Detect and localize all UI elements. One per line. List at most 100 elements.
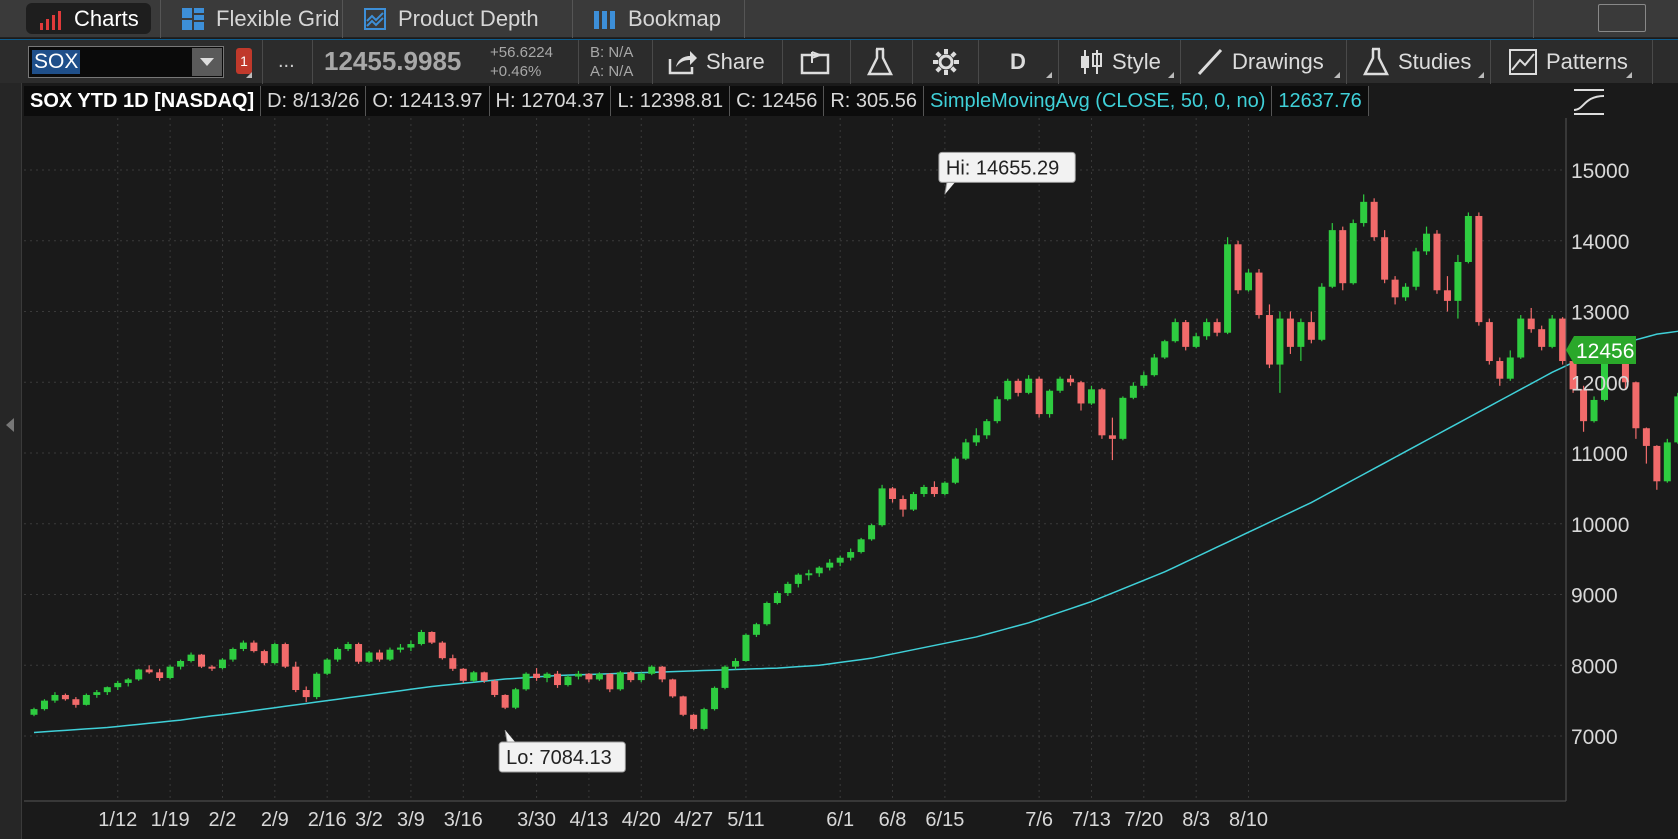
drawings-button[interactable]: Drawings [1196,44,1324,80]
candle [1653,445,1661,490]
date-tick-label: 7/13 [1072,809,1111,831]
candle-body [752,624,760,635]
candle-body [82,694,90,705]
candle [491,679,499,698]
grid-icon [180,7,206,31]
style-button[interactable]: Style [1078,44,1161,80]
symbol-link-icon[interactable]: 1 [236,48,252,74]
candle [878,484,886,527]
candle [82,693,90,706]
candle-body [983,421,991,436]
tab-charts[interactable]: Charts [26,3,151,34]
date-tick-label: 4/20 [622,809,661,831]
candle-body [1140,375,1148,386]
bid-ask: B: N/A A: N/A [590,43,633,81]
lab-button[interactable] [866,44,902,80]
price-tick-label: 13000 [1571,302,1629,325]
candle [1559,317,1567,365]
depth-icon [362,7,388,31]
patterns-button[interactable]: Patterns [1508,44,1628,80]
candle [218,658,226,670]
candle-body [72,699,80,705]
candle-body [648,666,656,674]
candle-body [951,458,959,483]
candle-body [1098,389,1106,436]
candle-body [637,673,645,681]
candle-body [742,634,750,662]
candle-body [616,672,624,690]
price-chart[interactable]: 7000 8000 9000 10000 11000 12000 13000 14000 150… [0,83,1678,839]
candle-body [836,557,844,563]
date-tick-label: 8/3 [1182,809,1210,831]
candle [313,672,321,700]
candle [271,642,279,665]
tab-label: Bookmap [628,5,721,31]
candle-body [355,644,363,662]
candle-body [40,700,48,710]
candle-body [1391,279,1399,298]
candle [742,633,750,662]
timeframe-button[interactable]: D [1010,44,1026,80]
candle [323,658,331,676]
candle [1255,269,1263,319]
candle [1098,387,1106,439]
candle [1182,319,1190,351]
candle [1370,198,1378,241]
candlestick-icon [1081,50,1102,74]
candle [1349,219,1357,285]
candle-body [805,573,813,576]
candle-body [1108,435,1116,439]
candle-body [470,672,478,681]
settings-button[interactable] [932,44,968,80]
price-tick-label: 14000 [1571,231,1629,254]
candle [857,537,865,554]
candle [1161,339,1169,359]
candle-body [1286,318,1294,347]
bar-low: L: 12398.81 [611,86,731,116]
candle-body [208,666,216,669]
candle [166,665,174,680]
high-callout-label: Hi: 14655.29 [946,157,1059,179]
candle-body [522,673,530,690]
date-tick-label: 8/10 [1229,809,1268,831]
date-tick-label: 3/16 [444,809,483,831]
patterns-icon [1509,49,1537,75]
candle-body [1265,315,1273,365]
candle-body [376,652,384,660]
candle-body [1328,230,1336,287]
chevron-down-icon[interactable] [192,48,222,76]
candle-body [1360,201,1368,224]
candle [752,622,760,637]
candle-body [1443,290,1451,301]
candle-body [1538,329,1546,347]
candle-body [1087,389,1095,404]
candle-body [1642,428,1650,446]
chart-title: SOX YTD 1D [NASDAQ] [24,86,262,116]
candle [260,649,268,666]
snapshot-button[interactable] [800,44,840,80]
tab-flexible-grid[interactable]: Flexible Grid [168,3,351,34]
more-button[interactable]: ... [278,50,295,73]
study-name[interactable]: SimpleMovingAvg (CLOSE, 50, 0, no) [924,86,1273,116]
last-price-tag-label: 12456 [1576,340,1634,363]
candle-body [533,673,541,678]
candle-body [239,642,247,649]
symbol-input[interactable]: SOX [28,46,224,78]
date-tick-label: 7/6 [1025,809,1053,831]
studies-button[interactable]: Studies [1362,44,1471,80]
candle-body [711,687,719,710]
candle-body [1224,244,1232,333]
window-layout-button[interactable] [1598,4,1646,32]
study-toggle-icon[interactable] [1572,88,1606,116]
candle-body [512,689,520,708]
candle-body [61,694,69,700]
candle [438,641,446,660]
tab-product-depth[interactable]: Product Depth [350,3,551,34]
candle-body [721,666,729,688]
tab-bookmap[interactable]: Bookmap [580,3,733,34]
tab-label: Charts [74,5,139,31]
candle-body [407,644,415,648]
flask-icon [866,47,894,76]
candle [1642,427,1650,464]
share-button[interactable]: Share [668,44,765,80]
